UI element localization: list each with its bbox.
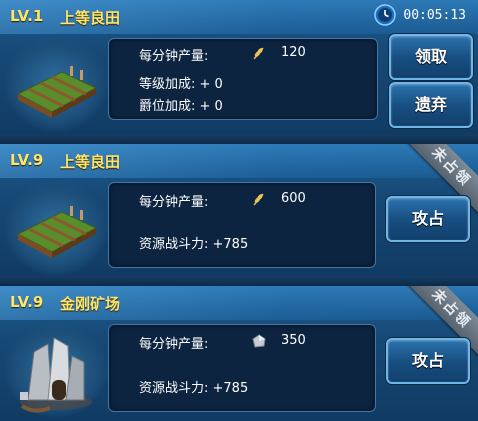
resource-power: 资源战斗力: +785	[139, 381, 249, 396]
rank-bonus: 爵位加成: + 0	[139, 99, 223, 114]
field-name: 金刚矿场	[60, 295, 121, 313]
resource-card-1: LV.1 上等良田 00:05:13 每分钟产量: 120 等级加成: + 0 …	[0, 0, 478, 136]
info-panel: 每分钟产量: 600 资源战斗力: +785	[108, 182, 376, 268]
yield-value: 120	[281, 45, 306, 60]
diamond-mine-image	[4, 322, 108, 418]
resource-card-3: LV.9 金刚矿场 未占领 每分钟产量: 350 资源战斗力: +785 攻占	[0, 286, 478, 421]
countdown-timer: 00:05:13	[403, 8, 466, 23]
ore-icon	[252, 334, 266, 348]
divider	[0, 134, 478, 144]
wheat-icon	[253, 47, 264, 60]
divider	[0, 276, 478, 286]
yield-value: 350	[281, 333, 306, 348]
yield-label: 每分钟产量:	[139, 337, 209, 352]
yield-label: 每分钟产量:	[139, 195, 209, 210]
resource-card-2: LV.9 上等良田 未占领 每分钟产量: 600 资源战斗力: +785 攻占	[0, 144, 478, 276]
info-panel: 每分钟产量: 120 等级加成: + 0 爵位加成: + 0	[108, 38, 378, 120]
clock-icon	[374, 4, 396, 26]
field-name: 上等良田	[60, 9, 121, 27]
resource-power: 资源战斗力: +785	[139, 237, 249, 252]
field-name: 上等良田	[60, 153, 121, 171]
yield-value: 600	[281, 191, 306, 206]
level-label: LV.9	[10, 151, 44, 169]
wheat-icon	[253, 193, 264, 206]
collect-button[interactable]: 领取	[389, 34, 473, 80]
yield-label: 每分钟产量:	[139, 49, 209, 64]
capture-button[interactable]: 攻占	[386, 338, 470, 384]
farmland-image	[4, 36, 108, 132]
level-label: LV.9	[10, 293, 44, 311]
abandon-button[interactable]: 遗弃	[389, 82, 473, 128]
level-bonus: 等级加成: + 0	[139, 77, 223, 92]
capture-button[interactable]: 攻占	[386, 196, 470, 242]
farmland-image	[4, 180, 108, 276]
info-panel: 每分钟产量: 350 资源战斗力: +785	[108, 324, 376, 412]
level-label: LV.1	[10, 7, 44, 25]
